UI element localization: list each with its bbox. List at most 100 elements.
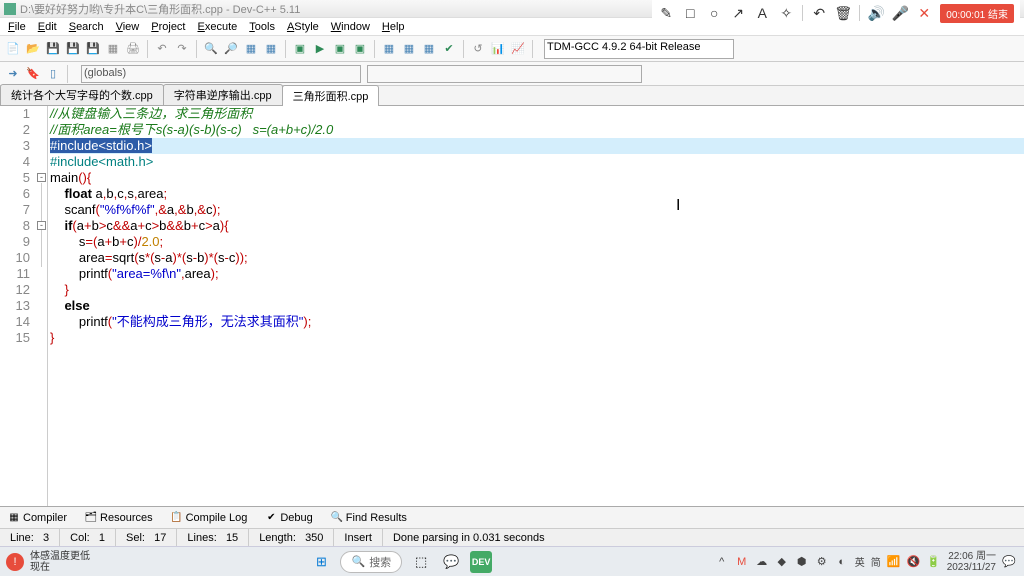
save-as-icon[interactable]: 💾 [84,40,102,58]
close-rec-icon[interactable]: ✕ [916,5,932,21]
open-icon[interactable]: 📂 [24,40,42,58]
bottom-tab-resources[interactable]: 🗂Resources [81,510,157,526]
find-icon[interactable]: 🔍 [202,40,220,58]
menu-edit[interactable]: Edit [32,19,63,35]
taskview-icon[interactable]: ⬚ [410,551,432,573]
undo-icon[interactable]: ↶ [153,40,171,58]
code-line[interactable]: //从键盘输入三条边，求三角形面积 [50,106,1024,122]
onedrive-icon[interactable]: ☁ [755,555,769,569]
code-line[interactable]: scanf("%f%f%f",&a,&b,&c); [50,202,1024,218]
menu-file[interactable]: File [2,19,32,35]
arrow-icon[interactable]: ↗ [730,5,746,21]
start-icon[interactable]: ⊞ [310,551,332,573]
fold-toggle-icon[interactable]: - [37,221,46,230]
chat-icon[interactable]: 💬 [440,551,462,573]
rebuild-icon[interactable]: ▣ [351,40,369,58]
speaker-icon[interactable]: 🔊 [868,5,884,21]
menu-astyle[interactable]: AStyle [281,19,325,35]
windows-taskbar[interactable]: ! 体感温度更低 现在 ⊞ 🔍 搜索 ⬚ 💬 DEV ^ M ☁ ◆ ⬢ ⚙ ◐… [0,546,1024,576]
bottom-tab-compiler[interactable]: ▦Compiler [4,510,71,526]
code-line[interactable]: else [50,298,1024,314]
taskbar-weather[interactable]: ! 体感温度更低 现在 [0,551,96,573]
close-icon[interactable]: ▦ [104,40,122,58]
code-line[interactable]: #include<math.h> [50,154,1024,170]
menu-search[interactable]: Search [63,19,110,35]
bottom-tab-compile-log[interactable]: 📋Compile Log [167,510,252,526]
panel-icon[interactable]: ▯ [44,65,62,83]
goto-decl-icon[interactable]: ➜ [4,65,22,83]
code-editor[interactable]: 123456789101112131415 - - I //从键盘输入三条边，求… [0,106,1024,506]
chart2-icon[interactable]: 📈 [509,40,527,58]
save-all-icon[interactable]: 💾 [64,40,82,58]
debug-icon[interactable]: ▦ [380,40,398,58]
menu-help[interactable]: Help [376,19,411,35]
bookmark-icon[interactable]: 🔖 [24,65,42,83]
square-icon[interactable]: □ [682,5,698,21]
app-devcpp-icon[interactable]: DEV [470,551,492,573]
tray-icon[interactable]: ⬢ [795,555,809,569]
new-file-icon[interactable]: 📄 [4,40,22,58]
run-icon[interactable]: ▶ [311,40,329,58]
tray-icon[interactable]: ◆ [775,555,789,569]
editor-tab[interactable]: 统计各个大写字母的个数.cpp [0,84,164,105]
debug-panel-icon[interactable]: ▦ [400,40,418,58]
code-line[interactable]: main(){ [50,170,1024,186]
bottom-tab-debug[interactable]: ✔Debug [261,510,316,526]
battery-icon[interactable]: 🔋 [927,555,941,569]
bottom-tab-find-results[interactable]: 🔍Find Results [327,510,411,526]
taskbar-clock[interactable]: 22:06 周一 2023/11/27 [947,551,996,573]
findfiles-icon[interactable]: ▦ [242,40,260,58]
code-line[interactable]: if(a+b>c&&a+c>b&&b+c>a){ [50,218,1024,234]
compile-run-icon[interactable]: ▣ [331,40,349,58]
code-line[interactable]: } [50,330,1024,346]
code-line[interactable]: } [50,282,1024,298]
code-line[interactable]: printf("不能构成三角形，无法求其面积"); [50,314,1024,330]
taskbar-search[interactable]: 🔍 搜索 [340,551,402,573]
fold-toggle-icon[interactable]: - [37,173,46,182]
debug2-icon[interactable]: ▦ [420,40,438,58]
print-icon[interactable]: 🖨 [124,40,142,58]
menu-view[interactable]: View [110,19,146,35]
editor-tab[interactable]: 三角形面积.cpp [282,85,380,106]
code-line[interactable]: s=(a+b+c)/2.0; [50,234,1024,250]
tray-icon[interactable]: ◐ [835,555,849,569]
ime-lang[interactable]: 英 [855,554,865,569]
save-icon[interactable]: 💾 [44,40,62,58]
circle-icon[interactable]: ○ [706,5,722,21]
wifi-icon[interactable]: 📶 [887,555,901,569]
chart-icon[interactable]: 📊 [489,40,507,58]
menu-execute[interactable]: Execute [192,19,244,35]
ime-mode[interactable]: 简 [871,554,881,569]
code-line[interactable]: printf("area=%f\n",area); [50,266,1024,282]
mic-icon[interactable]: 🎤 [892,5,908,21]
editor-tab[interactable]: 字符串逆序输出.cpp [163,84,283,105]
edit-icon[interactable]: ✎ [658,5,674,21]
system-tray[interactable]: ^ M ☁ ◆ ⬢ ⚙ ◐ 英 简 📶 🔇 🔋 22:06 周一 2023/11… [707,551,1024,573]
fold-column[interactable]: - - [36,106,48,506]
menu-project[interactable]: Project [145,19,191,35]
code-line[interactable]: area=sqrt(s*(s-a)*(s-b)*(s-c)); [50,250,1024,266]
trash-icon[interactable]: 🗑 [835,5,851,21]
member-select[interactable] [367,65,642,83]
record-timer[interactable]: 00:00:01 结束 [940,4,1014,23]
code-line[interactable]: //面积area=根号下s(s-a)(s-b)(s-c) s=(a+b+c)/2… [50,122,1024,138]
redo-icon[interactable]: ↷ [173,40,191,58]
tray-icon[interactable]: ⚙ [815,555,829,569]
menu-window[interactable]: Window [325,19,376,35]
undo-icon[interactable]: ↶ [811,5,827,21]
text-icon[interactable]: A [754,5,770,21]
menu-tools[interactable]: Tools [243,19,281,35]
highlight-icon[interactable]: ✧ [778,5,794,21]
tray-icon[interactable]: M [735,555,749,569]
profile-icon[interactable]: ↺ [469,40,487,58]
replace-icon[interactable]: 🔎 [222,40,240,58]
code-area[interactable]: I //从键盘输入三条边，求三角形面积//面积area=根号下s(s-a)(s-… [48,106,1024,506]
scope-select[interactable]: (globals) [81,65,361,83]
code-line[interactable]: #include<stdio.h> [50,138,1024,154]
chevron-up-icon[interactable]: ^ [715,555,729,569]
code-line[interactable]: float a,b,c,s,area; [50,186,1024,202]
compiler-select[interactable]: TDM-GCC 4.9.2 64-bit Release [544,39,734,59]
volume-icon[interactable]: 🔇 [907,555,921,569]
notifications-icon[interactable]: 💬 [1002,555,1016,569]
check-icon[interactable]: ✔ [440,40,458,58]
